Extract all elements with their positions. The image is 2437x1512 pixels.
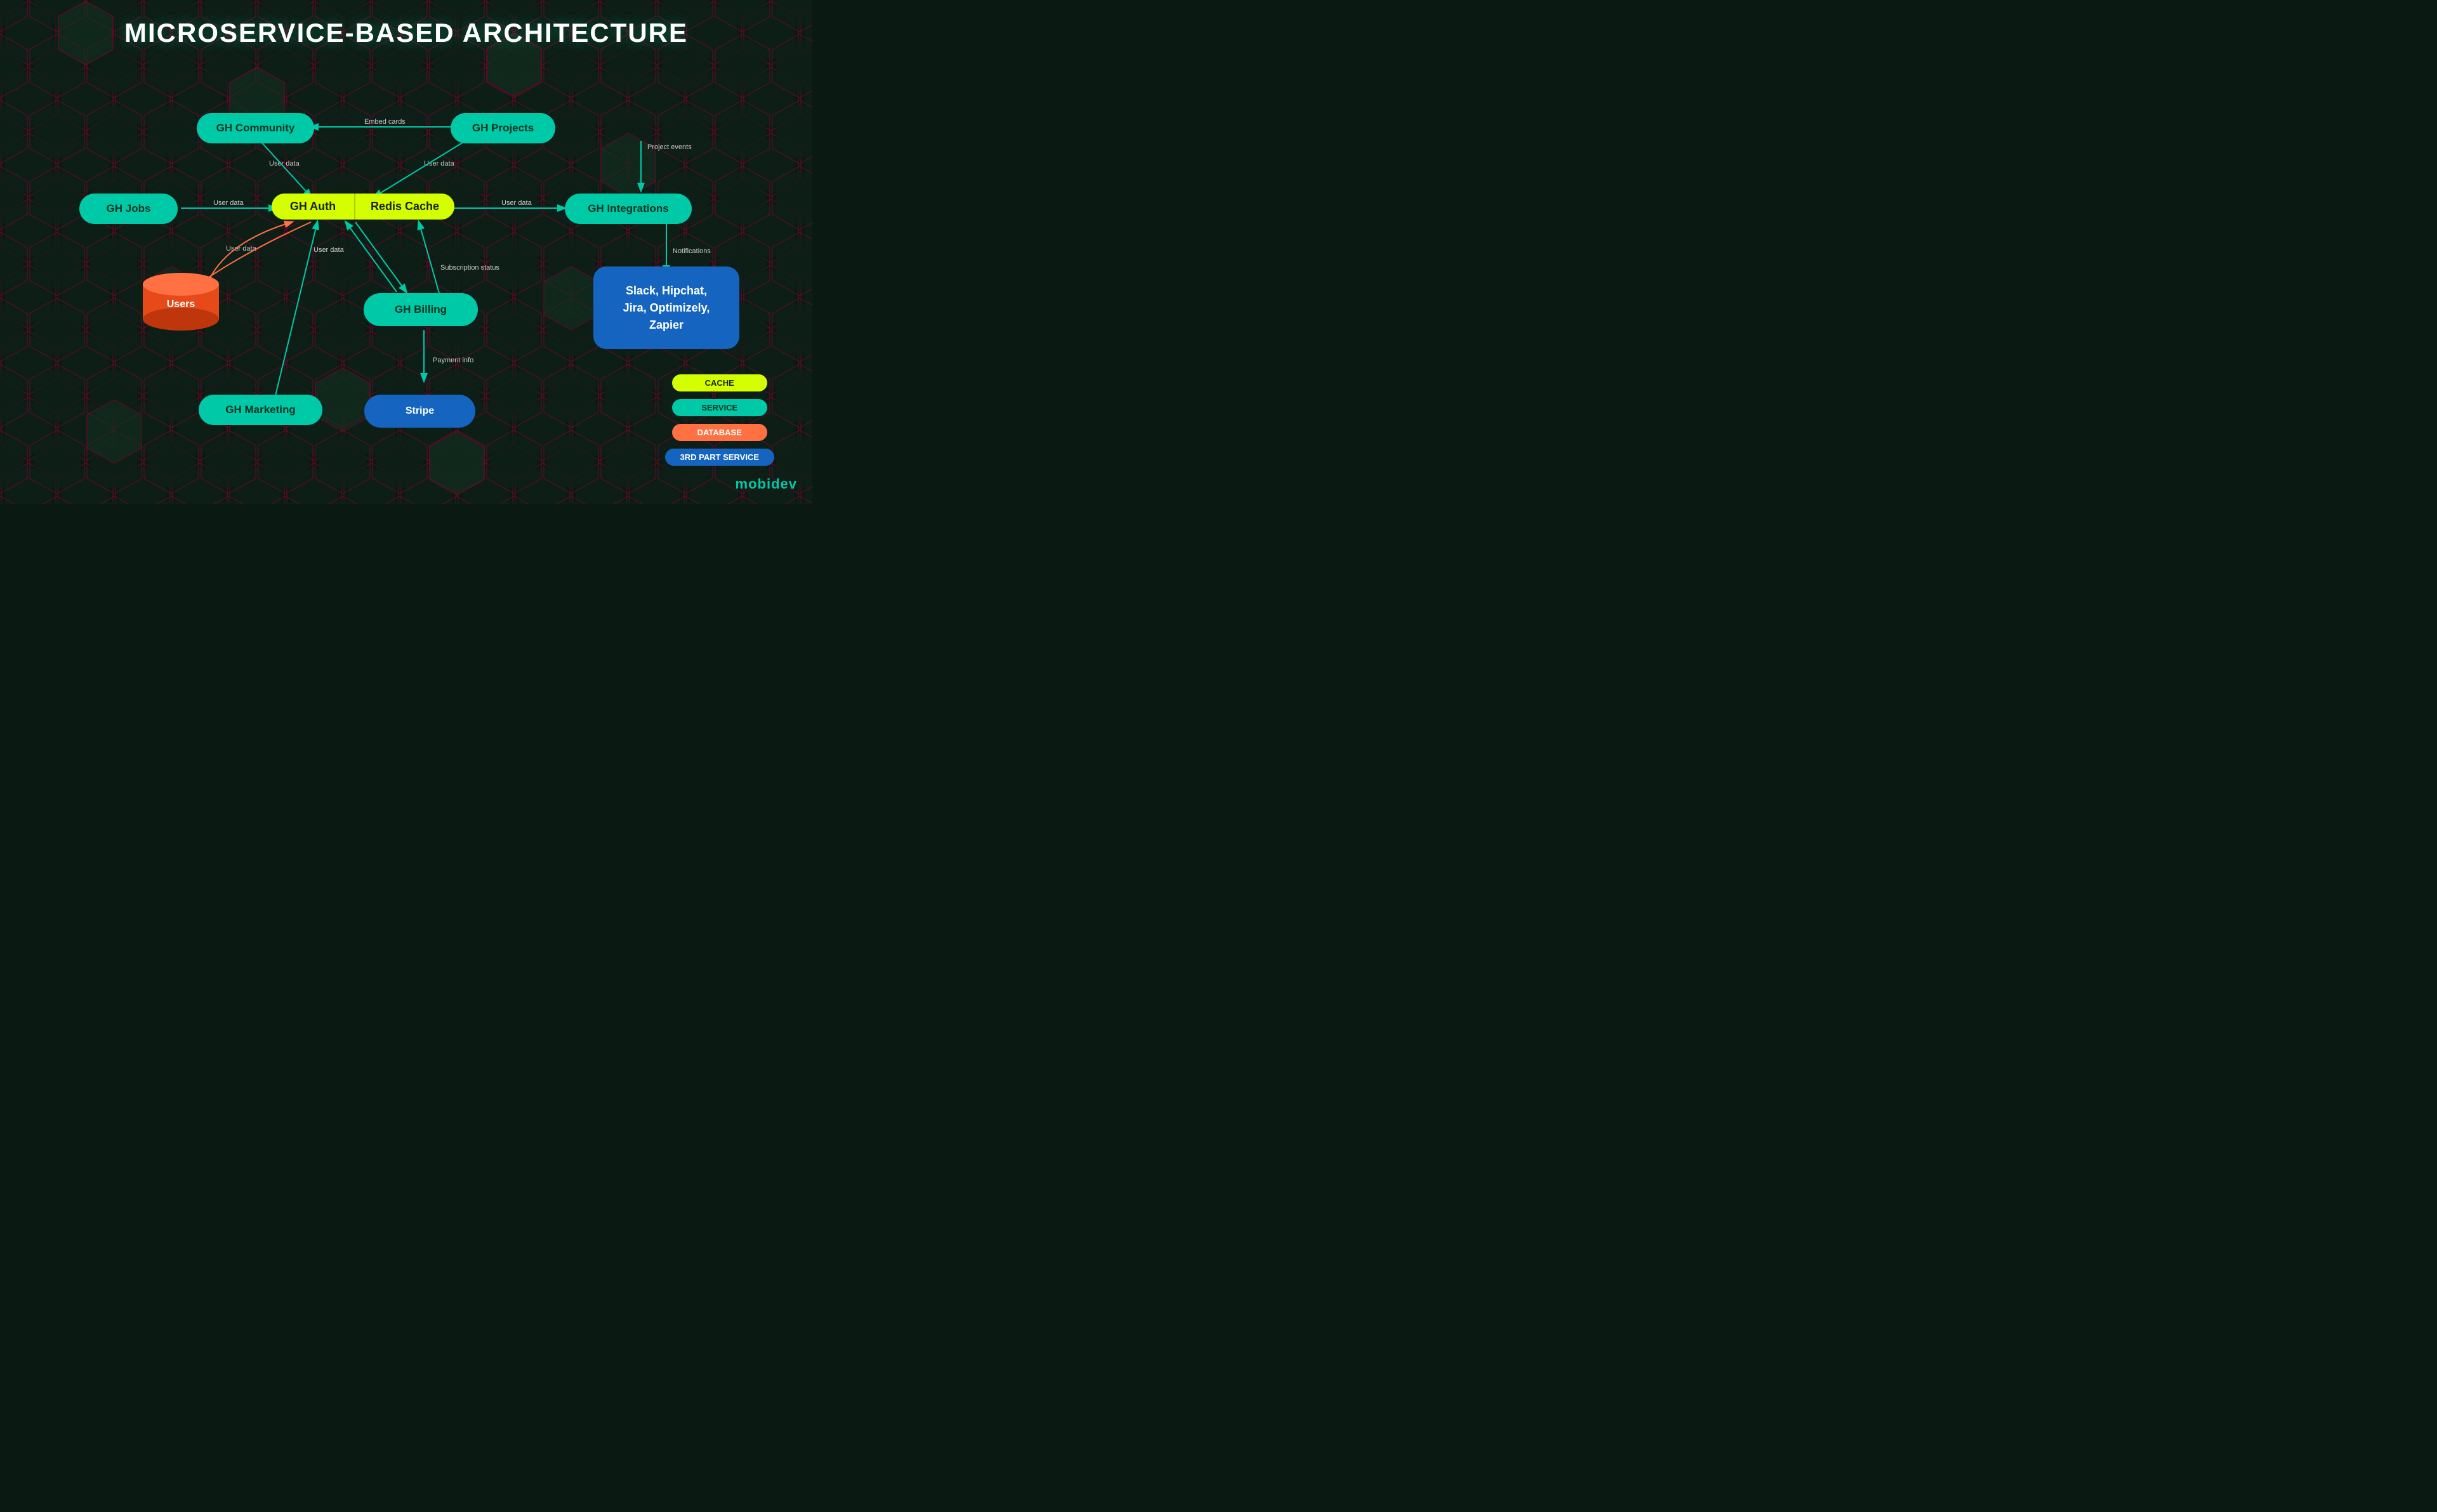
gh-marketing-node: GH Marketing (199, 395, 322, 425)
redis-cache-node: Redis Cache (354, 194, 454, 220)
gh-integrations-node: GH Integrations (565, 194, 692, 224)
gh-projects-node: GH Projects (451, 113, 555, 143)
nodes-layer: GH Community GH Projects GH Auth Redis C… (0, 0, 812, 504)
gh-community-node: GH Community (197, 113, 314, 143)
stripe-node: Stripe (364, 395, 475, 428)
auth-cache-container: GH Auth Redis Cache (272, 194, 454, 220)
svg-text:Users: Users (167, 299, 195, 310)
gh-billing-node: GH Billing (364, 293, 478, 326)
integrations-3rd-node: Slack, Hipchat, Jira, Optimizely, Zapier (593, 266, 739, 349)
gh-jobs-node: GH Jobs (79, 194, 178, 224)
gh-auth-node: GH Auth (272, 194, 354, 220)
diagram-container: MICROSERVICE-BASED ARCHITECTURE (0, 0, 812, 504)
users-node: Users (140, 272, 222, 335)
